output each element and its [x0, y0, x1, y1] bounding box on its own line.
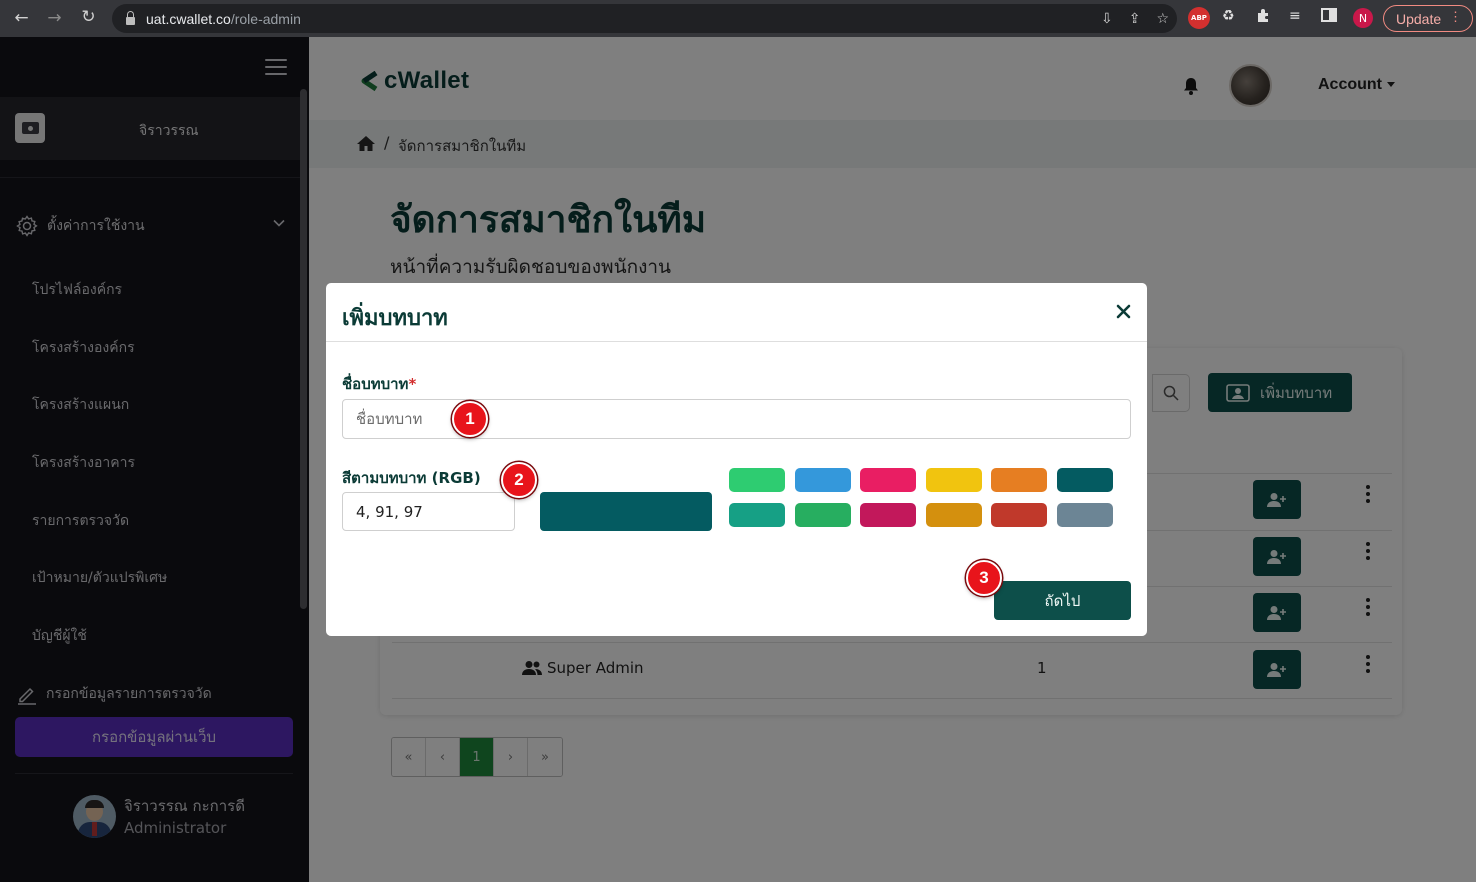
step-badge-2: 2 [501, 462, 537, 498]
color-swatch[interactable] [729, 468, 785, 492]
next-button[interactable]: ถัดไป [994, 581, 1131, 620]
recycle-extension-icon[interactable]: ♻ [1222, 8, 1235, 24]
color-preview [540, 492, 712, 531]
color-swatch[interactable] [795, 503, 851, 527]
close-icon[interactable] [1116, 304, 1131, 319]
adblock-extension-icon[interactable]: ABP [1188, 7, 1210, 29]
color-swatch[interactable] [729, 503, 785, 527]
color-swatch[interactable] [860, 503, 916, 527]
divider [326, 341, 1147, 342]
browser-toolbar: ← → ↻ uat.cwallet.co/role-admin ⇩ ⇪ ☆ AB… [0, 0, 1476, 37]
step-badge-1: 1 [452, 401, 488, 437]
color-swatch[interactable] [860, 468, 916, 492]
step-badge-3: 3 [966, 560, 1002, 596]
modal-title: เพิ่มบทบาท [342, 306, 448, 331]
lock-icon [126, 10, 135, 25]
more-icon[interactable]: ⋮ [1449, 9, 1462, 25]
share-icon[interactable]: ⇪ [1129, 11, 1141, 27]
role-name-label: ชื่อบทบาท* [342, 375, 417, 393]
role-color-label: สีตามบทบาท (RGB) [342, 469, 481, 487]
forward-icon[interactable]: → [38, 8, 71, 28]
back-icon[interactable]: ← [5, 8, 38, 28]
color-swatch[interactable] [795, 468, 851, 492]
url-text: uat.cwallet.co/role-admin [146, 10, 301, 27]
media-queue-icon[interactable]: ≡ [1289, 8, 1301, 24]
install-icon[interactable]: ⇩ [1101, 11, 1113, 27]
color-swatch[interactable] [926, 503, 982, 527]
color-swatch[interactable] [926, 468, 982, 492]
add-role-modal: เพิ่มบทบาท ชื่อบทบาท* สีตามบทบาท (RGB) ถ… [326, 283, 1147, 636]
color-swatch[interactable] [1057, 468, 1113, 492]
color-swatch[interactable] [991, 503, 1047, 527]
profile-avatar[interactable]: N [1353, 8, 1373, 28]
required-mark: * [408, 375, 417, 393]
color-swatch[interactable] [1057, 503, 1113, 527]
side-panel-icon[interactable] [1321, 8, 1337, 22]
rgb-input[interactable] [342, 492, 515, 531]
update-button[interactable]: Update ⋮ [1383, 5, 1473, 32]
color-swatch[interactable] [991, 468, 1047, 492]
reload-icon[interactable]: ↻ [72, 7, 105, 27]
bookmark-star-icon[interactable]: ☆ [1156, 11, 1169, 27]
puzzle-extensions-icon[interactable] [1256, 8, 1272, 24]
address-bar[interactable]: uat.cwallet.co/role-admin ⇩ ⇪ ☆ [112, 4, 1177, 33]
